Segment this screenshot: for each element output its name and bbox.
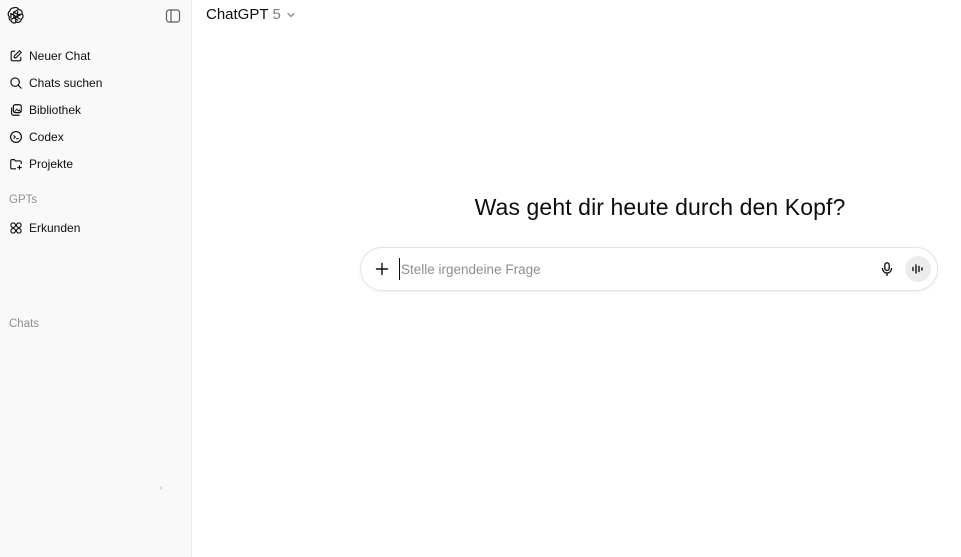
app-window: Neuer Chat Chats suchen Bibliothek Codex (0, 0, 961, 557)
model-version: 5 (272, 6, 281, 23)
prompt-input[interactable] (399, 258, 871, 280)
sidebar-item-label: Bibliothek (29, 102, 82, 117)
grid-icon (9, 221, 23, 235)
model-name: ChatGPT (206, 6, 269, 23)
search-icon (9, 76, 23, 90)
gpts-section-label: GPTs (9, 194, 38, 206)
sidebar-item-codex[interactable]: Codex (0, 123, 191, 150)
voice-waveform-icon (912, 264, 923, 274)
sidebar-item-search-chats[interactable]: Chats suchen (0, 69, 191, 96)
library-icon (9, 103, 23, 117)
sidebar-scrollbar[interactable] (160, 486, 162, 490)
chevron-down-icon (287, 12, 295, 17)
sidebar: Neuer Chat Chats suchen Bibliothek Codex (0, 0, 192, 557)
model-selector[interactable]: ChatGPT 5 (206, 6, 296, 23)
page-title: Was geht dir heute durch den Kopf? (474, 194, 846, 220)
sidebar-item-projects[interactable]: Projekte (0, 150, 191, 177)
sidebar-nav: Neuer Chat Chats suchen Bibliothek Codex (0, 42, 191, 177)
chats-section-label: Chats (9, 318, 40, 330)
sidebar-item-label: Codex (29, 129, 64, 144)
sidebar-toggle-icon[interactable] (165, 8, 181, 24)
sidebar-item-explore[interactable]: Erkunden (0, 214, 191, 241)
sidebar-header (0, 0, 191, 32)
codex-icon (9, 130, 23, 144)
sidebar-item-library[interactable]: Bibliothek (0, 96, 191, 123)
microphone-icon[interactable] (879, 261, 895, 277)
sidebar-item-new-chat[interactable]: Neuer Chat (0, 42, 191, 69)
add-attachment-icon[interactable] (374, 261, 390, 277)
folder-icon (9, 157, 23, 171)
sidebar-item-label: Erkunden (29, 220, 81, 235)
sidebar-item-label: Neuer Chat (29, 48, 91, 63)
openai-logo-icon[interactable] (7, 6, 25, 24)
sidebar-item-label: Projekte (29, 156, 74, 171)
new-chat-icon (9, 49, 23, 63)
sidebar-item-label: Chats suchen (29, 75, 103, 90)
voice-mode-button[interactable] (905, 256, 931, 282)
gpts-list: Erkunden (0, 214, 191, 241)
prompt-composer (360, 247, 938, 291)
main-panel: ChatGPT 5 Was geht dir heute durch den K… (192, 0, 961, 557)
